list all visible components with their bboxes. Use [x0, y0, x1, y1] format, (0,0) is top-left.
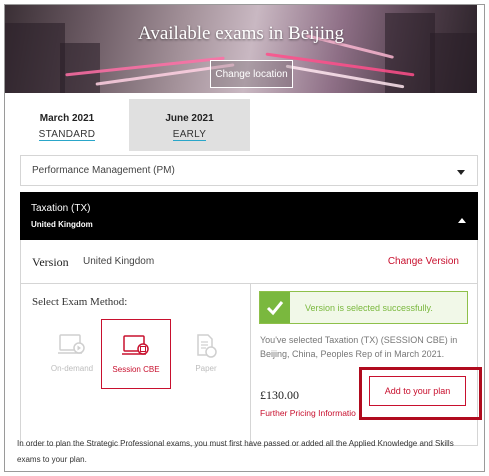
success-message: Version is selected successfully. — [305, 303, 433, 313]
exam-method-paper[interactable]: Paper — [171, 319, 241, 389]
exam-method-session-cbe[interactable]: Session CBE — [101, 319, 171, 389]
tab-month: June 2021 — [165, 113, 214, 124]
exam-price: £130.00 — [260, 388, 299, 402]
chevron-up-icon — [458, 218, 466, 223]
exam-method-heading: Select Exam Method: — [32, 296, 128, 308]
tab-june-2021[interactable]: June 2021 EARLY — [129, 99, 250, 151]
footer-note: In order to plan the Strategic Professio… — [17, 439, 454, 464]
version-row: Version United Kingdom Change Version — [20, 240, 478, 284]
accordion-item-title: Taxation (TX) — [31, 203, 91, 214]
chevron-down-icon — [457, 170, 465, 175]
tab-session: STANDARD — [38, 129, 96, 141]
accordion-item-label: Performance Management (PM) — [32, 165, 175, 176]
hero-banner: Available exams in Beijing Change locati… — [5, 5, 477, 93]
paper-icon — [193, 333, 219, 364]
accordion-item-subtitle: United Kingdom — [31, 220, 93, 229]
checkmark-icon — [260, 292, 290, 323]
exam-method-label: Session CBE — [112, 365, 160, 374]
tab-month: March 2021 — [39, 113, 95, 124]
tab-session: EARLY — [172, 129, 207, 141]
exam-method-on-demand[interactable]: On-demand — [37, 319, 107, 389]
exam-method-panel: Select Exam Method: On-demand Session CB… — [20, 284, 250, 446]
exam-method-label: On-demand — [50, 364, 94, 373]
success-alert: Version is selected successfully. — [259, 291, 468, 324]
selection-summary: You've selected Taxation (TX) (SESSION C… — [260, 335, 458, 359]
page-title: Available exams in Beijing — [138, 23, 344, 44]
exam-method-label: Paper — [195, 364, 217, 373]
change-version-link[interactable]: Change Version — [388, 256, 459, 267]
session-cbe-icon — [122, 334, 150, 363]
version-label: Version — [32, 255, 69, 269]
further-pricing-link[interactable]: Further Pricing Informatio — [260, 408, 356, 418]
summary-panel: Version is selected successfully. You've… — [250, 284, 478, 446]
accordion-item-pm[interactable]: Performance Management (PM) — [20, 155, 478, 186]
add-to-plan-button[interactable]: Add to your plan — [369, 376, 466, 406]
accordion-item-tx[interactable]: Taxation (TX) United Kingdom — [20, 192, 478, 240]
change-location-button[interactable]: Change location — [210, 60, 293, 88]
version-value: United Kingdom — [83, 256, 155, 267]
on-demand-icon — [58, 333, 86, 362]
tab-march-2021[interactable]: March 2021 STANDARD — [5, 99, 129, 151]
